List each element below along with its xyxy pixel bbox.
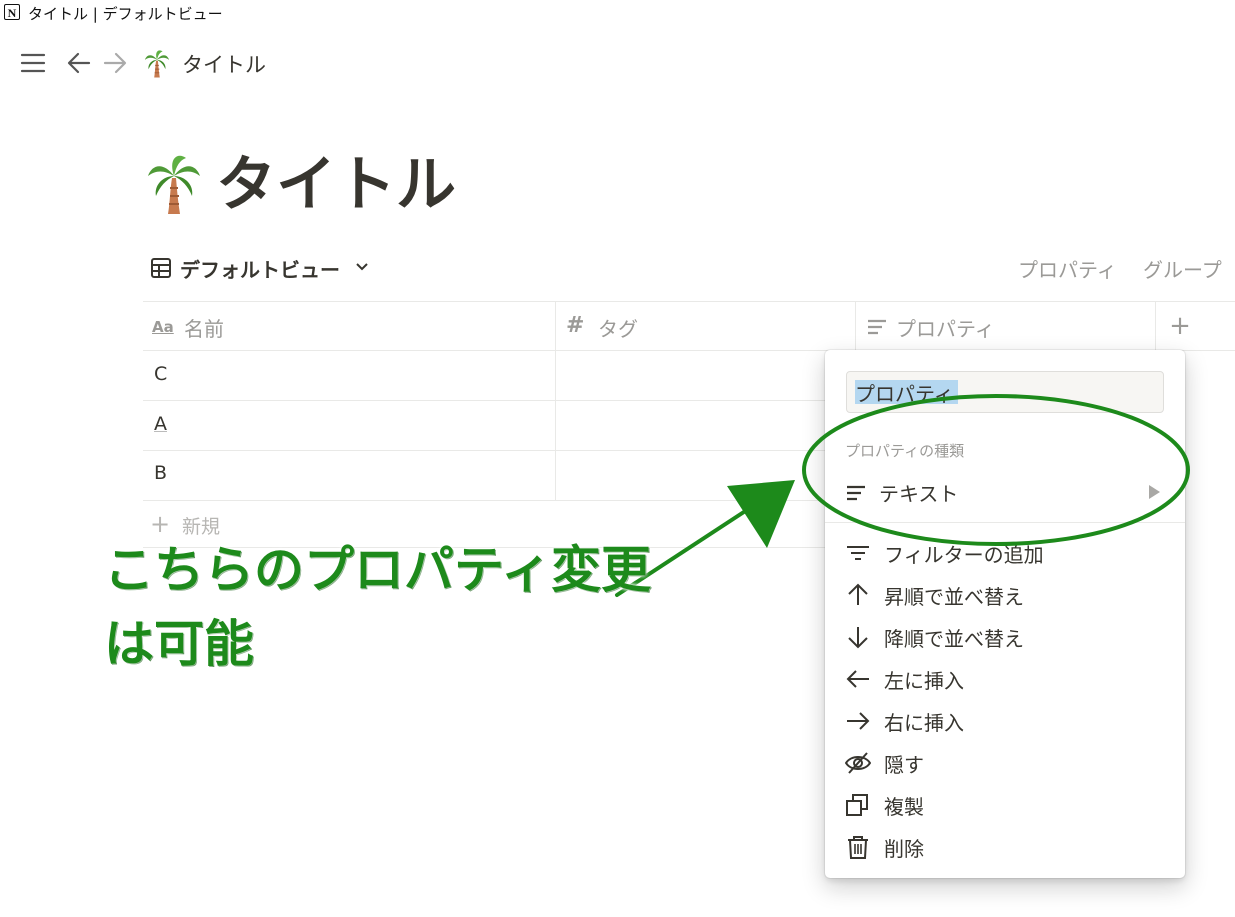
menu-item-duplicate[interactable]: 複製 [825,784,1185,826]
menu-item-label: 隠す [884,753,924,777]
menu-item-label: 複製 [884,795,924,819]
menu-item-label: 左に挿入 [884,669,964,693]
menu-item-label: 削除 [884,837,924,861]
eye-off-icon [845,752,871,774]
breadcrumb-title[interactable]: タイトル [182,49,266,79]
menu-item-label: 昇順で並べ替え [884,585,1024,609]
duplicate-icon [846,794,868,816]
group-link[interactable]: グループ [1143,254,1222,283]
forward-arrow-icon[interactable] [102,50,128,76]
table-row-name[interactable]: A [154,413,167,435]
menu-item-label: 降順で並べ替え [884,627,1024,651]
palm-tree-icon [144,50,170,78]
view-name-button[interactable]: デフォルトビュー [180,254,340,283]
arrow-down-icon [848,627,868,649]
table-view-icon[interactable] [150,257,172,279]
number-column-icon: # [566,313,585,338]
window-title: タイトル | デフォルトビュー [28,5,223,23]
arrow-up-icon [848,583,868,605]
chevron-down-icon[interactable] [354,258,370,274]
annotation-ellipse [802,394,1190,546]
menu-item-hide[interactable]: 隠す [825,742,1185,784]
hamburger-menu-icon[interactable] [20,50,46,76]
back-arrow-icon[interactable] [66,50,92,76]
arrow-left-icon [846,670,869,688]
column-divider [855,301,856,350]
menu-item-sort-ascending[interactable]: 昇順で並べ替え [825,574,1185,616]
trash-icon [848,836,868,859]
table-row-name[interactable]: C [154,363,167,385]
menu-item-sort-descending[interactable]: 降順で並べ替え [825,616,1185,658]
add-column-plus-icon[interactable]: + [1168,312,1192,340]
column-header-tag[interactable]: タグ [598,313,638,342]
palm-tree-icon[interactable] [146,154,202,216]
menu-item-delete[interactable]: 削除 [825,826,1185,868]
notion-logo-icon: N [4,4,20,20]
row-divider [143,450,825,451]
page-title[interactable]: タイトル [216,145,456,225]
column-divider [555,301,556,500]
row-divider [143,400,825,401]
new-row-plus-icon[interactable]: + [150,509,170,539]
window-titlebar: N タイトル | デフォルトビュー [0,0,1235,26]
menu-item-label: 右に挿入 [884,711,964,735]
menu-item-insert-left[interactable]: 左に挿入 [825,658,1185,700]
table-row-name[interactable]: B [154,462,167,484]
title-column-icon: Aa [152,318,174,336]
annotation-text: は可能 [104,615,254,673]
table-top-border [143,301,1235,302]
text-lines-icon [868,319,886,335]
column-header-name[interactable]: 名前 [184,313,224,342]
annotation-text: こちらのプロパティ変更 [104,541,651,599]
arrow-right-icon [847,712,870,730]
new-row-button[interactable]: 新規 [182,512,220,539]
column-divider [1155,301,1156,350]
column-header-property[interactable]: プロパティ [896,313,995,342]
property-link[interactable]: プロパティ [1018,254,1117,283]
menu-item-insert-right[interactable]: 右に挿入 [825,700,1185,742]
